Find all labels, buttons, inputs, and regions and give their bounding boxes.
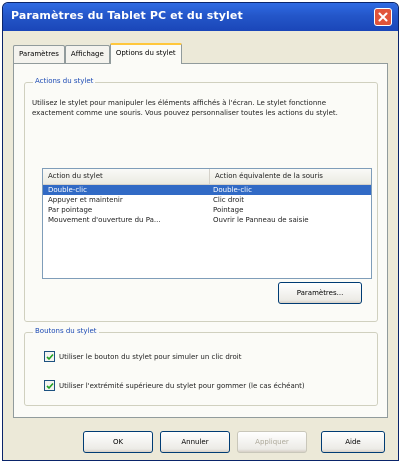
right-click-option[interactable]: Utiliser le bouton du stylet pour simule… — [44, 351, 241, 362]
list-item-equivalent: Ouvrir le Panneau de saisie — [213, 216, 309, 224]
pen-buttons-legend: Boutons du stylet — [33, 327, 99, 335]
pen-actions-description: Utilisez le stylet pour manipuler les él… — [32, 99, 338, 117]
close-icon — [378, 12, 388, 22]
apply-button[interactable]: Appliquer — [237, 431, 307, 453]
right-click-checkbox[interactable] — [44, 351, 55, 362]
settings-button[interactable]: Paramètres... — [278, 282, 362, 304]
column-header-equivalent[interactable]: Action équivalente de la souris — [210, 169, 323, 184]
window-title: Paramètres du Tablet PC et du stylet — [11, 9, 243, 22]
list-item-equivalent: Clic droit — [213, 196, 244, 204]
title-bar[interactable]: Paramètres du Tablet PC et du stylet — [3, 3, 398, 31]
list-item-action: Double-clic — [48, 186, 87, 194]
tab-panel: Actions du stylet Utilisez le stylet pou… — [13, 63, 388, 418]
list-item-action: Appuyer et maintenir — [48, 196, 123, 204]
list-item[interactable]: Par pointage Pointage — [43, 205, 371, 215]
help-button[interactable]: Aide — [321, 431, 385, 453]
eraser-checkbox[interactable] — [44, 380, 55, 391]
eraser-label: Utiliser l'extrémité supérieure du style… — [59, 381, 305, 390]
tab-options-stylet[interactable]: Options du stylet — [109, 43, 182, 64]
checkmark-icon — [45, 353, 54, 360]
list-item-action: Mouvement d'ouverture du Pa... — [48, 216, 161, 224]
list-item-equivalent: Double-clic — [213, 186, 252, 194]
right-click-label: Utiliser le bouton du stylet pour simule… — [59, 352, 242, 361]
close-button[interactable] — [374, 8, 392, 26]
list-item-equivalent: Pointage — [213, 206, 244, 214]
dialog-window: Paramètres du Tablet PC et du stylet Par… — [2, 2, 399, 461]
list-item[interactable]: Double-clic Double-clic — [43, 185, 371, 195]
cancel-button[interactable]: Annuler — [160, 431, 230, 453]
eraser-option[interactable]: Utiliser l'extrémité supérieure du style… — [44, 380, 305, 391]
pen-actions-list[interactable]: Action du stylet Action équivalente de l… — [42, 168, 372, 279]
tab-affichage[interactable]: Affichage — [64, 45, 110, 63]
pen-buttons-group: Boutons du stylet — [24, 327, 378, 406]
pen-actions-legend: Actions du stylet — [33, 77, 96, 85]
list-item-action: Par pointage — [48, 206, 93, 214]
list-item[interactable]: Appuyer et maintenir Clic droit — [43, 195, 371, 205]
column-header-action[interactable]: Action du stylet — [43, 169, 210, 184]
ok-button[interactable]: OK — [83, 431, 153, 453]
tab-parametres[interactable]: Paramètres — [13, 45, 65, 63]
list-item[interactable]: Mouvement d'ouverture du Pa... Ouvrir le… — [43, 215, 371, 225]
tab-strip: Paramètres Affichage Options du stylet — [13, 43, 182, 64]
list-header: Action du stylet Action équivalente de l… — [43, 169, 371, 185]
checkmark-icon — [45, 382, 54, 389]
